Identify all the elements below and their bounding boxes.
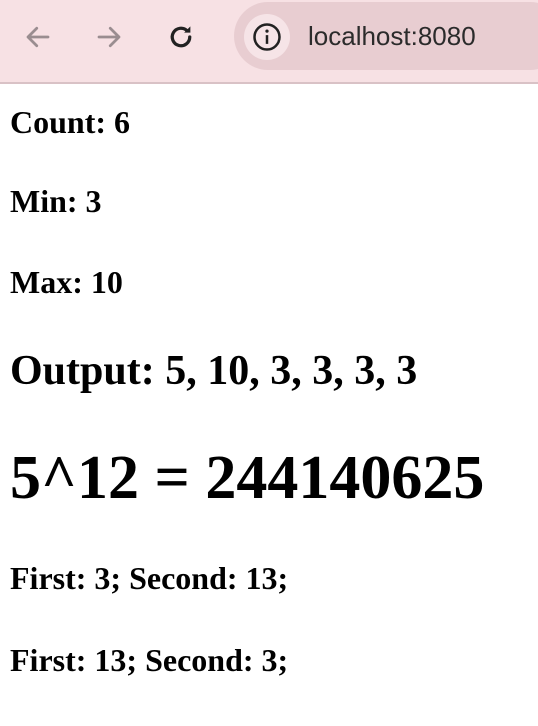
forward-button[interactable] (92, 20, 126, 54)
back-button[interactable] (21, 20, 55, 54)
count-heading: Count: 6 (10, 104, 131, 140)
reload-icon (170, 26, 192, 48)
output-heading: Output: 5, 10, 3, 3, 3, 3 (10, 348, 418, 394)
address-bar[interactable]: localhost:8080 (234, 2, 538, 70)
min-heading: Min: 3 (10, 183, 102, 219)
arrow-left-icon (26, 26, 50, 48)
max-heading: Max: 10 (10, 264, 123, 300)
site-info-button[interactable] (244, 14, 290, 60)
info-icon (253, 23, 281, 51)
pair-heading-1: First: 3; Second: 13; (10, 560, 289, 596)
browser-toolbar: localhost:8080 (0, 0, 538, 84)
url-text[interactable]: localhost:8080 (308, 21, 476, 52)
reload-button[interactable] (164, 20, 198, 54)
pair-heading-2: First: 13; Second: 3; (10, 642, 289, 678)
arrow-right-icon (97, 26, 121, 48)
power-heading: 5^12 = 244140625 (10, 444, 485, 512)
